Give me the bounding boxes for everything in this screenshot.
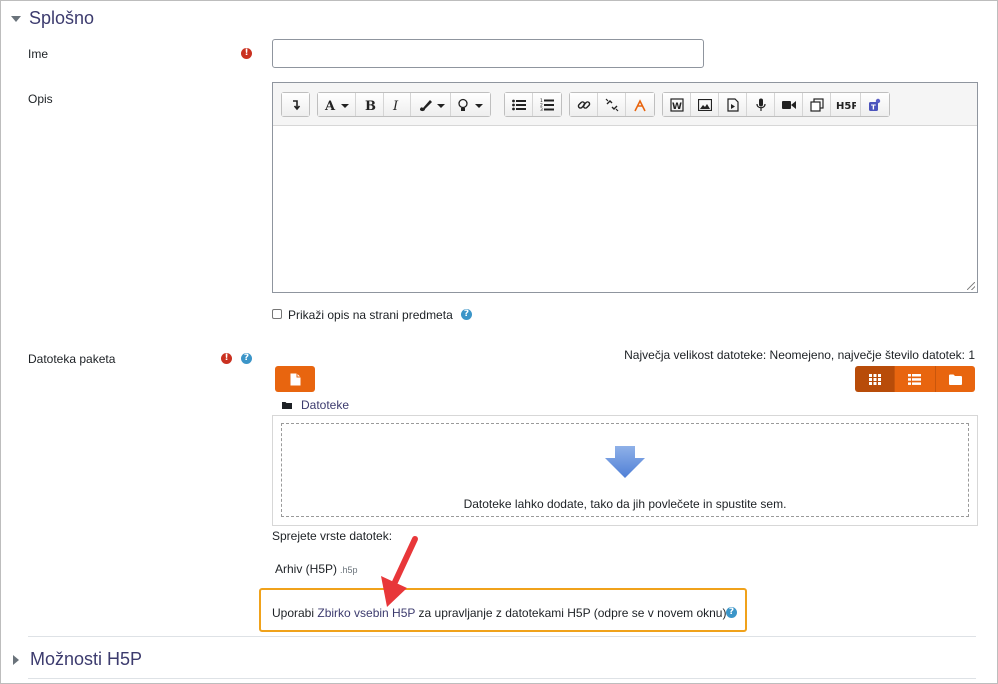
file-media-icon <box>726 97 739 112</box>
breadcrumb: Datoteke <box>282 398 349 412</box>
drop-arrow-icon <box>605 446 645 478</box>
italic-icon: I <box>392 99 399 112</box>
svg-text:B: B <box>365 99 376 112</box>
lightbulb-icon <box>457 98 483 111</box>
file-type-extension: .h5p <box>340 565 358 575</box>
file-limits-text: Največja velikost datoteke: Neomejeno, n… <box>624 348 975 362</box>
required-icon: ! <box>241 48 252 59</box>
brush-icon <box>419 99 445 111</box>
svg-text:A: A <box>324 99 336 112</box>
file-type-name: Arhiv (H5P) <box>275 562 338 576</box>
folder-icon <box>282 402 292 409</box>
emoji-picker-button[interactable] <box>626 93 654 116</box>
section-divider <box>28 636 976 637</box>
ordered-list-button[interactable]: 123 <box>533 93 561 116</box>
insert-h5p-button[interactable]: H5P <box>831 93 861 116</box>
italic-button[interactable]: I <box>384 93 411 116</box>
help-icon[interactable]: ? <box>241 353 252 364</box>
chevron-down-icon <box>11 15 21 22</box>
accessibility-button[interactable] <box>451 93 490 116</box>
section-general-toggle[interactable]: Splošno <box>11 8 94 29</box>
unlink-icon <box>605 98 618 111</box>
section-general-title: Splošno <box>29 8 95 28</box>
description-label: Opis <box>28 92 53 106</box>
drop-zone-border: Datoteke lahko dodate, tako da jih povle… <box>281 423 969 517</box>
h5p-icon: H5P <box>836 101 856 111</box>
chevron-right-icon <box>13 654 19 665</box>
toolbar-group-collapse <box>281 92 310 117</box>
unordered-list-button[interactable] <box>505 93 533 116</box>
insert-media-button[interactable] <box>719 93 747 116</box>
required-icon: ! <box>221 353 232 364</box>
manage-files-button[interactable] <box>803 93 831 116</box>
toolbar-group-media: W H5P T <box>662 92 890 117</box>
drop-zone-text: Datoteke lahko dodate, tako da jih povle… <box>463 497 787 511</box>
unlink-button[interactable] <box>598 93 626 116</box>
toolbar-group-links <box>569 92 655 117</box>
file-icon <box>290 373 300 385</box>
view-icons-button[interactable] <box>855 366 896 392</box>
editor-toolbar: A B I 12 3 W H5P T <box>273 83 977 126</box>
grid-icon <box>868 373 881 385</box>
image-icon <box>697 98 712 111</box>
copy-files-icon <box>809 97 824 112</box>
form-frame: Splošno Ime ! Opis A B I 1 2 3 W H5P T P… <box>0 0 998 684</box>
resize-handle-icon[interactable] <box>967 282 975 290</box>
bullet-list-icon <box>511 99 526 110</box>
teams-icon: T <box>869 98 881 111</box>
view-switcher <box>855 366 975 392</box>
name-input[interactable] <box>272 39 704 68</box>
section-divider <box>28 678 976 679</box>
emoji-icon <box>634 98 646 111</box>
video-camera-icon <box>781 100 796 109</box>
toolbar-group-lists: 123 <box>504 92 562 117</box>
package-file-label: Datoteka paketa <box>28 352 116 366</box>
paste-word-button[interactable]: W <box>663 93 691 116</box>
svg-text:H5P: H5P <box>836 101 856 111</box>
link-button[interactable] <box>570 93 598 116</box>
file-drop-zone[interactable]: Datoteke lahko dodate, tako da jih povle… <box>272 415 978 526</box>
view-list-button[interactable] <box>895 366 936 392</box>
show-description-label: Prikaži opis na strani predmeta <box>288 308 453 322</box>
section-h5p-options-toggle[interactable]: Možnosti H5P <box>11 649 142 670</box>
teams-meeting-button[interactable]: T <box>861 93 889 116</box>
word-paste-icon: W <box>669 97 684 112</box>
svg-text:T: T <box>871 103 876 111</box>
arrow-down-icon <box>292 99 300 110</box>
numbered-list-icon: 123 <box>540 98 554 111</box>
content-bank-note: Uporabi Zbirko vsebin H5P za upravljanje… <box>272 606 726 620</box>
svg-text:W: W <box>672 102 682 112</box>
svg-text:3: 3 <box>540 107 543 111</box>
folder-icon <box>948 374 962 385</box>
section-h5p-options-title: Možnosti H5P <box>30 649 143 669</box>
help-icon[interactable]: ? <box>726 607 737 618</box>
toolbar-group-style: A B I <box>317 92 491 117</box>
bold-button[interactable]: B <box>356 93 384 116</box>
font-color-button[interactable] <box>411 93 451 116</box>
show-description-checkbox[interactable] <box>272 309 282 319</box>
annotation-arrow-icon <box>381 536 418 607</box>
svg-text:I: I <box>392 99 399 112</box>
list-icon <box>908 373 922 385</box>
paragraph-style-button[interactable]: A <box>318 93 356 116</box>
breadcrumb-folder-link[interactable]: Datoteke <box>301 398 349 412</box>
description-textarea[interactable] <box>273 127 977 292</box>
font-style-icon: A <box>324 99 349 112</box>
link-icon <box>577 100 590 109</box>
record-audio-button[interactable] <box>747 93 775 116</box>
content-bank-prefix: Uporabi <box>272 606 318 620</box>
accepted-file-type: Arhiv (H5P) .h5p <box>275 562 358 576</box>
description-editor: A B I 12 3 W H5P T <box>272 82 978 293</box>
add-file-button[interactable] <box>275 366 315 392</box>
content-bank-suffix: za upravljanje z datotekami H5P (odpre s… <box>415 606 727 620</box>
name-label: Ime <box>28 47 49 61</box>
bold-icon: B <box>365 99 376 112</box>
insert-image-button[interactable] <box>691 93 719 116</box>
view-tree-button[interactable] <box>935 366 975 392</box>
microphone-icon <box>755 98 766 111</box>
help-icon[interactable]: ? <box>461 309 472 320</box>
record-video-button[interactable] <box>775 93 803 116</box>
show-more-button[interactable] <box>282 93 309 116</box>
